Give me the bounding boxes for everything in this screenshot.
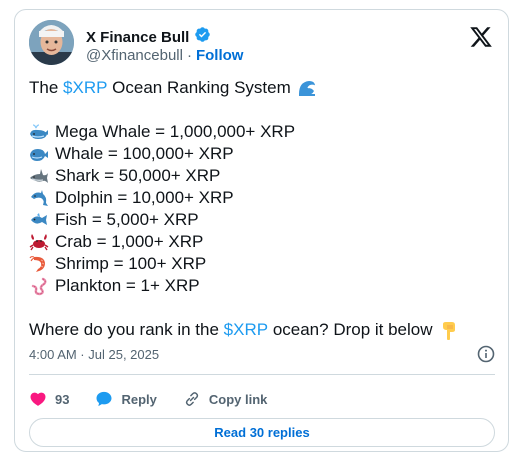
rank-item: Shark = 50,000+ XRP xyxy=(29,165,495,187)
rank-text: Fish = 5,000+ XRP xyxy=(55,210,199,229)
divider xyxy=(29,374,495,375)
title-suffix: Ocean Ranking System xyxy=(107,78,291,97)
link-icon xyxy=(183,390,201,408)
rank-text: Plankton = 1+ XRP xyxy=(55,276,200,295)
rank-item: Plankton = 1+ XRP xyxy=(29,275,495,297)
like-button[interactable]: 93 xyxy=(29,390,69,408)
rank-text: Shrimp = 100+ XRP xyxy=(55,254,207,273)
whale-icon xyxy=(29,144,49,164)
tweet-card: X Finance Bull @Xfinancebull · Follow Th… xyxy=(14,9,509,452)
author-name[interactable]: X Finance Bull xyxy=(86,29,189,46)
copy-link-button[interactable]: Copy link xyxy=(183,390,268,408)
rank-item: Dolphin = 10,000+ XRP xyxy=(29,187,495,209)
reply-label: Reply xyxy=(121,391,157,407)
separator-dot: · xyxy=(186,47,192,64)
shark-icon xyxy=(29,166,49,186)
worm-icon xyxy=(29,276,49,296)
reply-button[interactable]: Reply xyxy=(95,390,157,408)
dolphin-icon xyxy=(29,188,49,208)
title-prefix: The xyxy=(29,78,64,97)
rank-item: Fish = 5,000+ XRP xyxy=(29,209,495,231)
verified-badge-icon xyxy=(194,26,211,48)
rank-text: Crab = 1,000+ XRP xyxy=(55,232,204,251)
reply-bubble-icon xyxy=(95,390,113,408)
copy-link-label: Copy link xyxy=(208,391,268,407)
rank-text: Shark = 50,000+ XRP xyxy=(55,166,221,185)
pointing-down-hand-icon xyxy=(439,320,459,340)
xrp-cashtag-link[interactable]: $XRP xyxy=(224,319,268,341)
tweet-header: X Finance Bull @Xfinancebull · Follow xyxy=(29,20,495,70)
x-logo-icon[interactable] xyxy=(469,25,495,49)
tweet-question-line: Where do you rank in the $XRP ocean? Dro… xyxy=(29,319,495,341)
rank-text: Dolphin = 10,000+ XRP xyxy=(55,188,234,207)
tweet-meta: 4:00 AM · Jul 25, 2025 xyxy=(29,345,495,363)
author-name-row: X Finance Bull xyxy=(86,26,211,48)
author-handle-row: @Xfinancebull · Follow xyxy=(86,47,243,64)
author-handle[interactable]: @Xfinancebull xyxy=(86,47,183,64)
shrimp-icon xyxy=(29,254,49,274)
rank-item: Whale = 100,000+ XRP xyxy=(29,143,495,165)
read-replies-button[interactable]: Read 30 replies xyxy=(29,418,495,447)
info-icon[interactable] xyxy=(477,345,495,363)
rank-item: Crab = 1,000+ XRP xyxy=(29,231,495,253)
rank-text: Mega Whale = 1,000,000+ XRP xyxy=(55,122,296,141)
avatar[interactable] xyxy=(29,20,74,65)
question-prefix: Where do you rank in the xyxy=(29,320,224,339)
crab-icon xyxy=(29,232,49,252)
rank-text: Whale = 100,000+ XRP xyxy=(55,144,234,163)
xrp-cashtag-link[interactable]: $XRP xyxy=(63,77,107,99)
rank-item: Shrimp = 100+ XRP xyxy=(29,253,495,275)
like-count: 93 xyxy=(55,391,70,407)
tweet-actions: 93 Reply Copy link xyxy=(29,388,495,410)
read-replies-label: Read 30 replies xyxy=(214,425,310,440)
heart-icon xyxy=(29,390,47,408)
fish-icon xyxy=(29,210,49,230)
tweet-title-line: The $XRP Ocean Ranking System xyxy=(29,77,495,99)
rank-item: Mega Whale = 1,000,000+ XRP xyxy=(29,121,495,143)
question-suffix: ocean? Drop it below xyxy=(268,320,433,339)
timestamp-link[interactable]: 4:00 AM · Jul 25, 2025 xyxy=(29,347,159,362)
follow-button[interactable]: Follow xyxy=(196,47,244,64)
tweet-text: The $XRP Ocean Ranking System Mega Whale… xyxy=(29,77,495,341)
wave-icon xyxy=(297,78,317,98)
whale-spouting-icon xyxy=(29,122,49,142)
